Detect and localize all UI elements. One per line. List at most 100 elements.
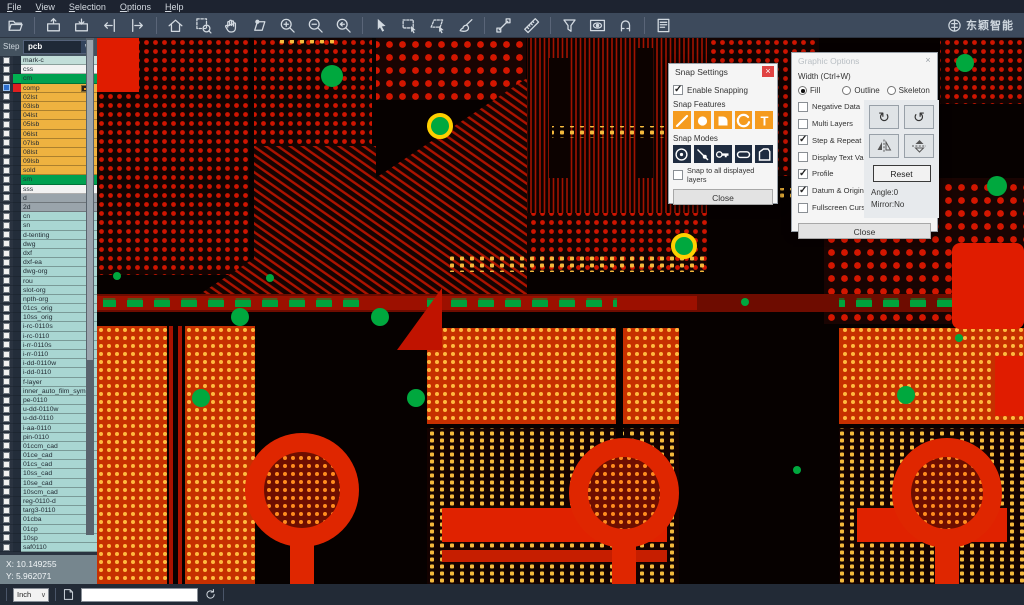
layer-row[interactable]: inner_auto_film_symb [0, 387, 97, 396]
layer-visibility-checkbox[interactable] [3, 240, 10, 247]
home-view-button[interactable] [164, 15, 187, 36]
layer-visibility-checkbox[interactable] [3, 222, 10, 229]
layer-row[interactable]: targ3-0110 [0, 506, 97, 515]
checkbox-profile[interactable]: Profile [798, 167, 860, 181]
radio-outline[interactable]: Outline [842, 86, 886, 95]
layer-visibility-checkbox[interactable] [3, 544, 10, 551]
layer-row[interactable]: comp [0, 84, 97, 93]
layer-visibility-checkbox[interactable] [3, 314, 10, 321]
menu-options[interactable]: Options [120, 2, 151, 12]
layer-visibility-checkbox[interactable] [3, 84, 10, 91]
polygon-edit-button[interactable] [248, 15, 271, 36]
layer-visibility-checkbox[interactable] [3, 185, 10, 192]
layer-row[interactable]: dwg [0, 240, 97, 249]
layer-visibility-checkbox[interactable] [3, 295, 10, 302]
layer-row[interactable]: 10scm_cad [0, 488, 97, 497]
unit-dropdown[interactable]: Inch ∨ [13, 588, 49, 602]
prev-step-button[interactable] [98, 15, 121, 36]
snap-pad-circle-button[interactable] [694, 111, 712, 129]
layer-visibility-checkbox[interactable] [3, 378, 10, 385]
layer-visibility-checkbox[interactable] [3, 461, 10, 468]
refresh-icon[interactable] [204, 588, 217, 601]
layer-visibility-checkbox[interactable] [3, 259, 10, 266]
checkbox[interactable] [798, 186, 808, 196]
snap-arc-button[interactable] [735, 111, 753, 129]
layer-row[interactable]: pin-0110 [0, 433, 97, 442]
layer-row[interactable]: 09lsb [0, 157, 97, 166]
menu-view[interactable]: View [36, 2, 55, 12]
layer-visibility-checkbox[interactable] [3, 323, 10, 330]
snap-point-button[interactable] [694, 145, 712, 163]
layer-visibility-checkbox[interactable] [3, 66, 10, 73]
layer-row[interactable]: 10ss_orig [0, 313, 97, 322]
layer-row[interactable]: f-layer [0, 378, 97, 387]
graphic-close-button[interactable]: Close [798, 223, 931, 239]
layer-row[interactable]: dxf [0, 249, 97, 258]
rotate-ccw-button[interactable]: ↺ [904, 105, 934, 129]
checkbox[interactable] [798, 119, 808, 129]
layer-visibility-button[interactable] [586, 15, 609, 36]
sheet-icon[interactable] [62, 588, 75, 601]
radio-dot[interactable] [887, 86, 896, 95]
scrollbar-thumb[interactable] [87, 40, 93, 360]
layer-visibility-checkbox[interactable] [3, 176, 10, 183]
layer-row[interactable]: sss [0, 185, 97, 194]
checkbox[interactable] [798, 152, 808, 162]
measure-line-button[interactable] [492, 15, 515, 36]
checkbox[interactable] [673, 85, 683, 95]
checkbox[interactable] [798, 102, 808, 112]
layer-visibility-checkbox[interactable] [3, 148, 10, 155]
layer-row[interactable]: i-rr-0110 [0, 350, 97, 359]
snap-magnet-button[interactable] [614, 15, 637, 36]
layer-visibility-checkbox[interactable] [3, 332, 10, 339]
layer-visibility-checkbox[interactable] [3, 250, 10, 257]
menu-selection[interactable]: Selection [69, 2, 106, 12]
layer-row[interactable]: 10ss_cad [0, 469, 97, 478]
checkbox-multi-layers[interactable]: Multi Layers [798, 117, 860, 131]
layer-visibility-checkbox[interactable] [3, 167, 10, 174]
layer-visibility-checkbox[interactable] [3, 57, 10, 64]
layer-row[interactable]: 07lsb [0, 139, 97, 148]
layer-row[interactable]: i-aa-0110 [0, 424, 97, 433]
layer-row[interactable]: npth-org [0, 295, 97, 304]
layer-row[interactable]: saf0110 [0, 543, 97, 552]
radio-fill[interactable]: Fill [798, 86, 842, 95]
layer-visibility-checkbox[interactable] [3, 369, 10, 376]
layer-row[interactable]: dwg-org [0, 267, 97, 276]
rotate-cw-button[interactable]: ↻ [869, 105, 899, 129]
layer-row[interactable]: pe-0110 [0, 396, 97, 405]
layer-name[interactable]: 10sp [21, 534, 97, 543]
pan-hand-button[interactable] [220, 15, 243, 36]
checkbox[interactable] [798, 135, 808, 145]
measure-ruler-button[interactable] [520, 15, 543, 36]
close-icon[interactable]: × [922, 55, 934, 66]
layer-visibility-checkbox[interactable] [3, 507, 10, 514]
layer-row[interactable]: 01cba [0, 515, 97, 524]
checkbox-step-repeat[interactable]: Step & Repeat [798, 134, 860, 148]
layer-row[interactable]: sn [0, 221, 97, 230]
menu-file[interactable]: File [7, 2, 22, 12]
layer-visibility-checkbox[interactable] [3, 415, 10, 422]
layer-visibility-checkbox[interactable] [3, 397, 10, 404]
layer-row[interactable]: slot-org [0, 286, 97, 295]
layer-row[interactable]: u-dd-0110w [0, 405, 97, 414]
layer-visibility-checkbox[interactable] [3, 204, 10, 211]
zoom-in-button[interactable] [276, 15, 299, 36]
import-board-button[interactable] [42, 15, 65, 36]
layer-row[interactable]: 10sp [0, 534, 97, 543]
checkbox-fullscreen-cursor[interactable]: Fullscreen Cursor [798, 201, 860, 215]
snap-surface-button[interactable] [755, 145, 773, 163]
layer-visibility-checkbox[interactable] [3, 341, 10, 348]
dialog-titlebar[interactable]: Snap Settings × [669, 64, 777, 79]
close-icon[interactable]: × [762, 66, 774, 77]
layer-visibility-checkbox[interactable] [3, 158, 10, 165]
layer-visibility-checkbox[interactable] [3, 498, 10, 505]
layer-row[interactable]: 06lst [0, 130, 97, 139]
layer-visibility-checkbox[interactable] [3, 516, 10, 523]
snap-key-button[interactable] [714, 145, 732, 163]
layer-row[interactable]: 01cs_cad [0, 460, 97, 469]
enable-snapping-checkbox[interactable]: Enable Snapping [673, 85, 773, 95]
layer-visibility-checkbox[interactable] [3, 406, 10, 413]
brush-highlight-button[interactable] [454, 15, 477, 36]
layer-visibility-checkbox[interactable] [3, 112, 10, 119]
